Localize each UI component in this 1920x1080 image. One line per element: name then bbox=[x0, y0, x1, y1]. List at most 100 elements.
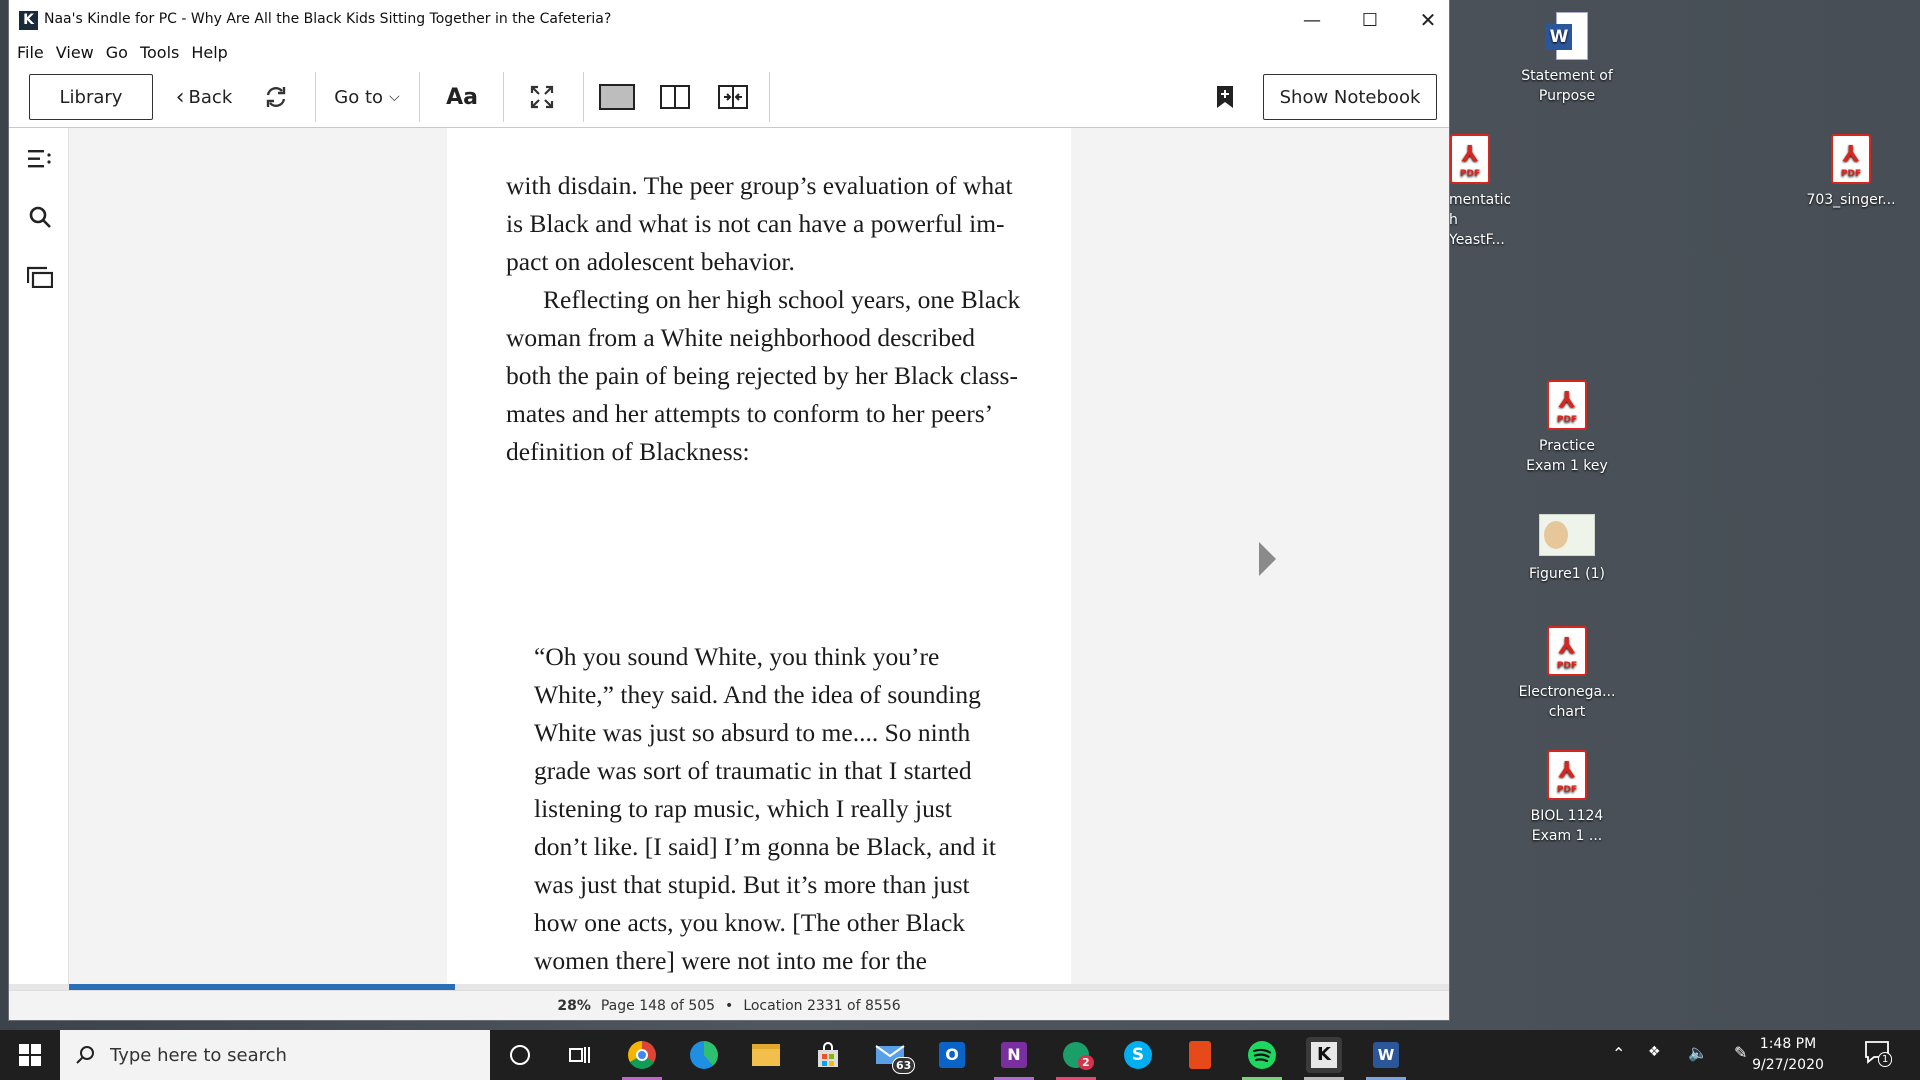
single-column-button[interactable] bbox=[593, 74, 641, 120]
onenote-taskbar-button[interactable]: N bbox=[996, 1037, 1032, 1073]
store-taskbar-button[interactable] bbox=[810, 1037, 846, 1073]
edge-icon bbox=[690, 1041, 718, 1069]
chevron-left-icon: ‹ bbox=[175, 84, 185, 110]
word-document-icon: W bbox=[1546, 12, 1588, 60]
flower-app-taskbar-button[interactable]: 2 bbox=[1058, 1037, 1094, 1073]
menu-view[interactable]: View bbox=[48, 40, 94, 66]
flower-app-badge: 2 bbox=[1078, 1055, 1094, 1070]
pdf-file-icon: ⅄ PDF bbox=[1547, 626, 1587, 676]
book-page: with disdain. The peer group’s evaluatio… bbox=[447, 128, 1071, 1013]
pdf-file-icon: ⅄ PDF bbox=[1547, 380, 1587, 430]
desktop-icon-figure1[interactable]: Figure1 (1) bbox=[1517, 514, 1617, 584]
windows-logo-icon bbox=[19, 1044, 41, 1066]
minimize-button[interactable]: — bbox=[1283, 0, 1341, 40]
taskbar-clock[interactable]: 1:48 PM 9/27/2020 bbox=[1748, 1034, 1828, 1076]
separator-dot: • bbox=[725, 997, 734, 1014]
sync-button[interactable] bbox=[253, 74, 299, 120]
title-bar: K Naa's Kindle for PC - Why Are All the … bbox=[9, 0, 1449, 40]
desktop-icon-biol-exam-pdf[interactable]: ⅄ PDF BIOL 1124 Exam 1 ... bbox=[1517, 750, 1617, 846]
table-of-contents-icon bbox=[28, 150, 51, 168]
pdf-file-icon: ⅄ PDF bbox=[1831, 134, 1871, 184]
start-button[interactable] bbox=[0, 1030, 60, 1080]
toolbar-separator bbox=[583, 72, 584, 122]
edge-taskbar-button[interactable] bbox=[686, 1037, 722, 1073]
flashcards-icon bbox=[27, 266, 53, 288]
paragraph-continued: with disdain. The peer group’s evaluatio… bbox=[506, 171, 1013, 276]
notifications-button[interactable]: 1 bbox=[1864, 1040, 1898, 1070]
full-screen-button[interactable] bbox=[513, 74, 571, 120]
pdf-file-icon: ⅄ PDF bbox=[1547, 750, 1587, 800]
menu-file[interactable]: File bbox=[9, 40, 44, 66]
close-button[interactable]: ✕ bbox=[1399, 0, 1457, 40]
chrome-taskbar-button[interactable] bbox=[624, 1037, 660, 1073]
menu-help[interactable]: Help bbox=[183, 40, 227, 66]
font-settings-button[interactable]: Aa bbox=[433, 74, 491, 120]
search-icon bbox=[76, 1046, 94, 1064]
menu-go[interactable]: Go bbox=[98, 40, 128, 66]
onenote-icon: N bbox=[1001, 1042, 1027, 1068]
search-button[interactable] bbox=[27, 204, 53, 230]
skype-taskbar-button[interactable]: S bbox=[1120, 1037, 1156, 1073]
left-sidebar bbox=[9, 128, 69, 988]
next-page-arrow-icon[interactable] bbox=[1259, 542, 1276, 576]
volume-icon[interactable]: 🔈 bbox=[1688, 1043, 1708, 1062]
desktop-icon-practice-exam-pdf[interactable]: ⅄ PDF Practice Exam 1 key bbox=[1517, 380, 1617, 476]
outlook-taskbar-button[interactable]: O bbox=[934, 1037, 970, 1073]
word-taskbar-button[interactable]: W bbox=[1368, 1037, 1404, 1073]
word-icon: W bbox=[1373, 1042, 1399, 1068]
flashcards-button[interactable] bbox=[27, 264, 53, 290]
outlook-icon: O bbox=[939, 1042, 965, 1068]
desktop-icon-statement-of-purpose[interactable]: W Statement of Purpose bbox=[1517, 12, 1617, 106]
kindle-app-icon: K bbox=[19, 11, 38, 30]
spotify-taskbar-button[interactable] bbox=[1244, 1037, 1280, 1073]
toolbar-separator bbox=[503, 72, 504, 122]
page-flip-button[interactable] bbox=[709, 74, 757, 120]
desktop-icon-electronegativity-pdf[interactable]: ⅄ PDF Electronega... chart bbox=[1517, 626, 1617, 722]
sync-icon bbox=[266, 87, 286, 107]
library-button[interactable]: Library bbox=[29, 74, 153, 120]
kindle-window: K Naa's Kindle for PC - Why Are All the … bbox=[9, 0, 1449, 1020]
block-quote: “Oh you sound White, you think you’re Wh… bbox=[534, 642, 996, 1013]
kindle-taskbar-button[interactable]: K bbox=[1306, 1037, 1342, 1073]
taskbar-search-box[interactable]: Type here to search bbox=[60, 1030, 490, 1080]
table-of-contents-button[interactable] bbox=[27, 146, 53, 172]
search-placeholder: Type here to search bbox=[110, 1044, 287, 1066]
bookmark-add-icon bbox=[1217, 86, 1233, 108]
bookmark-button[interactable] bbox=[1205, 74, 1245, 120]
pdf-file-icon: ⅄ PDF bbox=[1450, 134, 1490, 184]
notification-count-badge: 1 bbox=[1878, 1052, 1893, 1067]
file-explorer-taskbar-button[interactable] bbox=[748, 1037, 784, 1073]
two-column-button[interactable] bbox=[651, 74, 699, 120]
show-hidden-icons-chevron-icon[interactable]: ⌃ bbox=[1612, 1044, 1625, 1063]
menu-bar: File View Go Tools Help bbox=[9, 40, 1449, 66]
office-icon bbox=[1189, 1041, 1211, 1069]
image-thumbnail-icon bbox=[1539, 514, 1595, 556]
page-flip-icon bbox=[718, 85, 748, 109]
skype-icon: S bbox=[1124, 1041, 1152, 1069]
location-indicator: Location 2331 of 8556 bbox=[743, 997, 901, 1014]
toolbar-separator bbox=[769, 72, 770, 122]
cortana-button[interactable] bbox=[502, 1037, 538, 1073]
back-button[interactable]: ‹ Back bbox=[169, 74, 239, 120]
progress-percent: 28% bbox=[557, 997, 591, 1014]
menu-tools[interactable]: Tools bbox=[132, 40, 179, 66]
show-notebook-button[interactable]: Show Notebook bbox=[1263, 74, 1437, 120]
mail-taskbar-button[interactable]: 63 bbox=[872, 1037, 916, 1074]
dropbox-icon[interactable]: ❖ bbox=[1648, 1044, 1661, 1060]
window-title: Naa's Kindle for PC - Why Are All the Bl… bbox=[44, 11, 612, 27]
task-view-button[interactable] bbox=[562, 1037, 598, 1073]
pen-icon[interactable]: ✎ bbox=[1734, 1043, 1747, 1062]
office-taskbar-button[interactable] bbox=[1182, 1037, 1218, 1073]
task-view-icon bbox=[569, 1047, 590, 1063]
page-indicator: Page 148 of 505 bbox=[600, 997, 716, 1014]
toolbar-separator bbox=[315, 72, 316, 122]
status-bar: 28% Page 148 of 505 • Location 2331 of 8… bbox=[9, 990, 1449, 1020]
maximize-button[interactable]: ☐ bbox=[1341, 0, 1399, 40]
cortana-icon bbox=[510, 1045, 530, 1065]
desktop-icon-703-singer-pdf[interactable]: ⅄ PDF 703_singer... bbox=[1801, 134, 1901, 210]
goto-button[interactable]: Go to ⌵ bbox=[325, 74, 409, 120]
kindle-icon: K bbox=[1311, 1042, 1337, 1068]
toolbar-separator bbox=[419, 72, 420, 122]
single-page-icon bbox=[599, 84, 635, 110]
two-page-icon bbox=[660, 85, 690, 109]
